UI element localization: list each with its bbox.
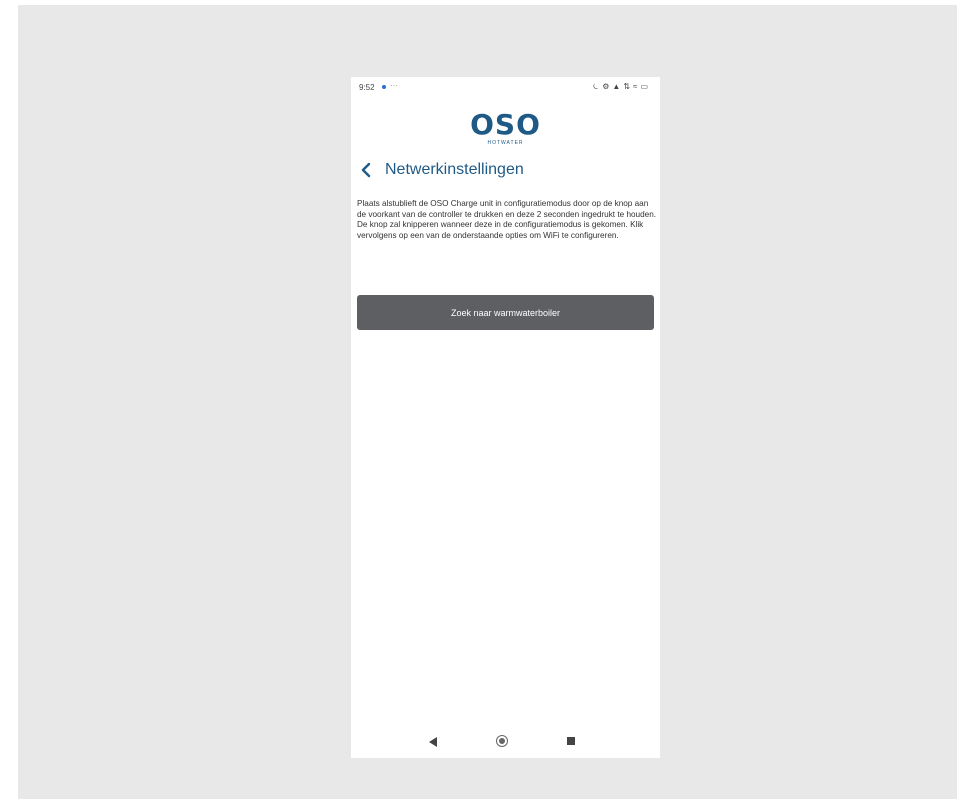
search-water-heater-button[interactable]: Zoek naar warmwaterboiler [357,295,654,330]
status-icons: ⏾ ⚙ ▲ ⇅ ≈ ▭ [593,82,648,92]
logo-name: OSO [470,108,541,141]
page-header: Netwerkinstellingen [351,157,660,183]
oso-logo: OSO HOTWATER [351,108,660,147]
battery-icon: ▭ [640,82,648,91]
status-more: ··· [390,81,398,90]
back-icon[interactable] [359,161,373,179]
phone-screen: 9:52 ··· ⏾ ⚙ ▲ ⇅ ≈ ▭ OSO HOTWATER Netwer… [351,77,660,758]
notification-dot-icon [382,85,386,89]
page-title: Netwerkinstellingen [385,161,524,178]
settings-icon: ⚙ [602,82,610,91]
nav-back-icon[interactable] [429,737,437,747]
data-icon: ⇅ [623,82,631,91]
alarm-icon: ⏾ [592,82,600,91]
nav-recent-apps-icon[interactable] [567,737,575,745]
android-nav-bar [351,728,660,758]
screenshot-background: 9:52 ··· ⏾ ⚙ ▲ ⇅ ≈ ▭ OSO HOTWATER Netwer… [18,5,957,799]
logo-tagline: HOTWATER [487,140,524,146]
wifi-icon: ≈ [633,82,638,91]
status-time: 9:52 [359,83,375,92]
nav-home-icon[interactable] [496,735,508,747]
signal-icon: ▲ [612,82,621,91]
status-bar: 9:52 ··· ⏾ ⚙ ▲ ⇅ ≈ ▭ [351,77,660,97]
instruction-text: Plaats alstublieft de OSO Charge unit in… [357,199,657,240]
